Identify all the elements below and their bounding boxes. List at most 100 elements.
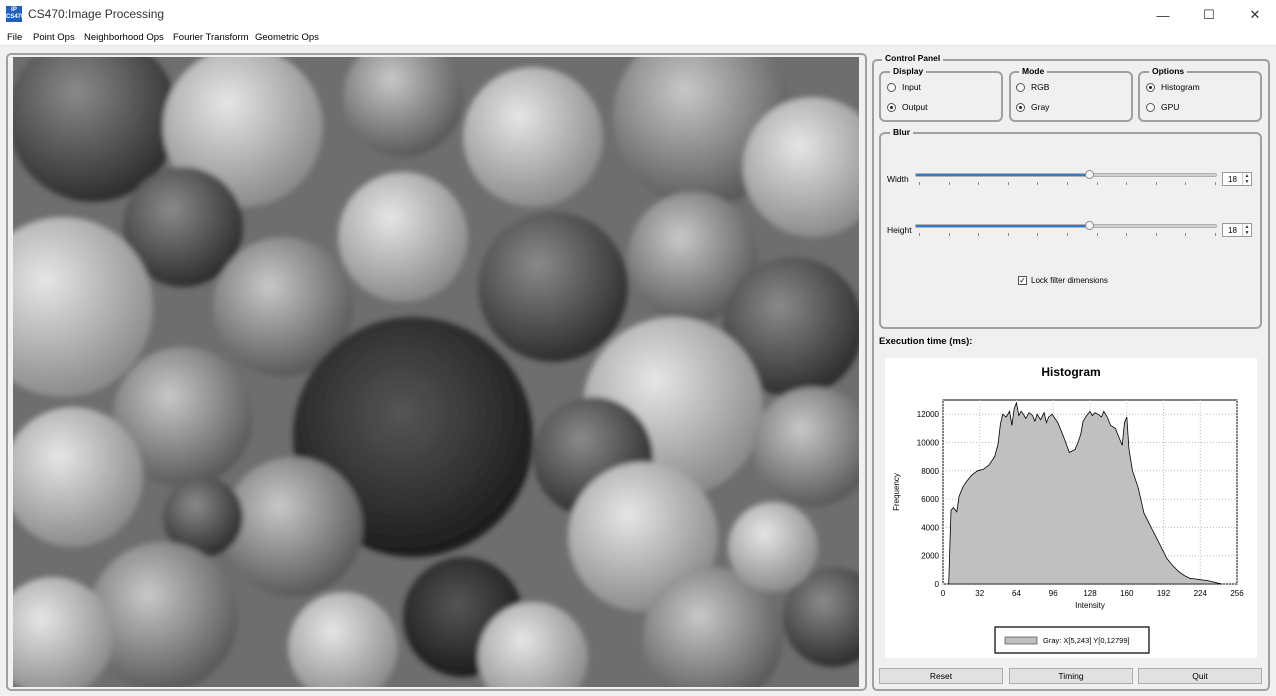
x-tick-label: 96 [1049, 589, 1058, 598]
radio-label: Histogram [1161, 82, 1200, 92]
display-input-radio[interactable]: Input [887, 82, 921, 92]
legend-swatch [1004, 636, 1038, 645]
app-icon: IP CS470 [6, 6, 25, 22]
slider-tick [1185, 182, 1187, 185]
slider-tick [1067, 182, 1068, 185]
mode-group [1009, 71, 1133, 122]
spin-arrows-icon[interactable]: ▲ ▼ [1242, 224, 1251, 236]
options-group-title: Options [1149, 66, 1188, 76]
x-tick-label: 64 [1012, 589, 1021, 598]
minimize-button[interactable]: — [1140, 0, 1186, 30]
radio-label: Gray [1031, 102, 1050, 112]
close-button[interactable]: ✕ [1232, 0, 1276, 30]
radio-indicator[interactable] [1016, 82, 1025, 92]
x-tick-label: 0 [941, 589, 946, 598]
x-tick-label: 160 [1120, 589, 1134, 598]
width-slider[interactable] [915, 170, 1217, 179]
options-histogram-radio[interactable]: Histogram [1146, 82, 1200, 92]
checkbox-label: Lock filter dimensions [1031, 276, 1108, 285]
width-slider-handle[interactable] [1085, 170, 1094, 179]
menu-neighborhood-ops[interactable]: Neighborhood Ops [84, 32, 164, 43]
height-slider-handle[interactable] [1085, 221, 1094, 230]
blur-group-title: Blur [890, 127, 913, 137]
height-slider[interactable] [915, 221, 1217, 230]
radio-indicator[interactable] [1146, 102, 1155, 112]
display-output-radio[interactable]: Output [887, 102, 928, 112]
width-value[interactable]: 18 [1228, 175, 1237, 184]
slider-tick [1007, 233, 1009, 236]
mode-group-title: Mode [1019, 66, 1048, 76]
display-group [879, 71, 1003, 122]
slider-tick [1007, 182, 1009, 185]
mode-rgb-radio[interactable]: RGB [1016, 82, 1049, 92]
title-bar: IP CS470 CS470:Image Processing — ☐ ✕ [0, 0, 1276, 30]
slider-tick [1037, 233, 1039, 236]
histogram-chart: Histogram 0 32 64 96 128 160 192 224 256 0 2000 4000… [892, 365, 1244, 654]
width-slider-fill [916, 174, 1090, 176]
width-spinbox[interactable]: 18 ▲ ▼ [1222, 172, 1252, 186]
blur-group [879, 132, 1262, 329]
slider-tick [1155, 182, 1157, 185]
execution-time-label: Execution time (ms): [879, 336, 973, 347]
radio-label: Output [902, 102, 928, 112]
y-tick-label: 8000 [921, 467, 939, 476]
height-value[interactable]: 18 [1228, 226, 1237, 235]
mode-gray-radio[interactable]: Gray [1016, 102, 1049, 112]
y-tick-label: 6000 [921, 495, 939, 504]
height-slider-fill [916, 225, 1090, 227]
radio-label: Input [902, 82, 921, 92]
y-tick-label: 0 [935, 580, 940, 589]
width-label: Width [887, 174, 909, 184]
slider-tick [948, 182, 950, 185]
y-axis-label: Frequency [892, 473, 901, 511]
slider-tick [919, 233, 920, 236]
lock-filter-checkbox[interactable]: ✓ Lock filter dimensions [1018, 276, 1108, 285]
slider-tick [978, 233, 980, 236]
slider-tick [1067, 233, 1068, 236]
maximize-button[interactable]: ☐ [1186, 0, 1232, 30]
radio-indicator[interactable] [1146, 82, 1155, 92]
height-spinbox[interactable]: 18 ▲ ▼ [1222, 223, 1252, 237]
quit-button[interactable]: Quit [1138, 668, 1262, 684]
x-tick-label: 128 [1083, 589, 1097, 598]
menu-fourier-transform[interactable]: Fourier Transform [173, 32, 249, 43]
display-group-title: Display [890, 66, 927, 76]
chart-title: Histogram [1041, 365, 1100, 379]
timing-button[interactable]: Timing [1009, 668, 1133, 684]
reset-button[interactable]: Reset [879, 668, 1003, 684]
options-gpu-radio[interactable]: GPU [1146, 102, 1179, 112]
radio-label: RGB [1031, 82, 1050, 92]
y-tick-label: 4000 [921, 523, 939, 532]
slider-tick [978, 182, 980, 185]
menu-point-ops[interactable]: Point Ops [33, 32, 75, 43]
slider-tick [919, 182, 920, 185]
checkbox-indicator[interactable]: ✓ [1018, 276, 1027, 285]
slider-tick [1126, 182, 1128, 185]
x-tick-label: 32 [975, 589, 984, 598]
slider-tick [1215, 233, 1216, 236]
radio-indicator[interactable] [887, 82, 896, 92]
slider-tick [1037, 182, 1039, 185]
slider-tick [948, 233, 950, 236]
legend-label: Gray: X[5,243] Y[0,12799] [1043, 636, 1130, 645]
x-tick-label: 192 [1157, 589, 1171, 598]
radio-indicator[interactable] [887, 102, 896, 112]
x-axis-label: Intensity [1075, 601, 1105, 610]
y-tick-label: 2000 [921, 552, 939, 561]
radio-indicator[interactable] [1016, 102, 1025, 112]
spin-arrows-icon[interactable]: ▲ ▼ [1242, 173, 1251, 185]
menu-bar: File Point Ops Neighborhood Ops Fourier … [0, 30, 1276, 46]
menu-geometric-ops[interactable]: Geometric Ops [255, 32, 319, 43]
menu-file[interactable]: File [7, 32, 22, 43]
control-panel-title: Control Panel [882, 53, 944, 63]
x-tick-label: 256 [1230, 589, 1244, 598]
image-frame [6, 53, 867, 691]
y-tick-label: 10000 [917, 438, 940, 447]
slider-tick [1096, 233, 1098, 236]
blurred-fruit-image [13, 57, 859, 687]
radio-label: GPU [1161, 102, 1180, 112]
slider-tick [1185, 233, 1187, 236]
slider-tick [1096, 182, 1098, 185]
x-tick-label: 224 [1194, 589, 1208, 598]
height-label: Height [887, 225, 912, 235]
